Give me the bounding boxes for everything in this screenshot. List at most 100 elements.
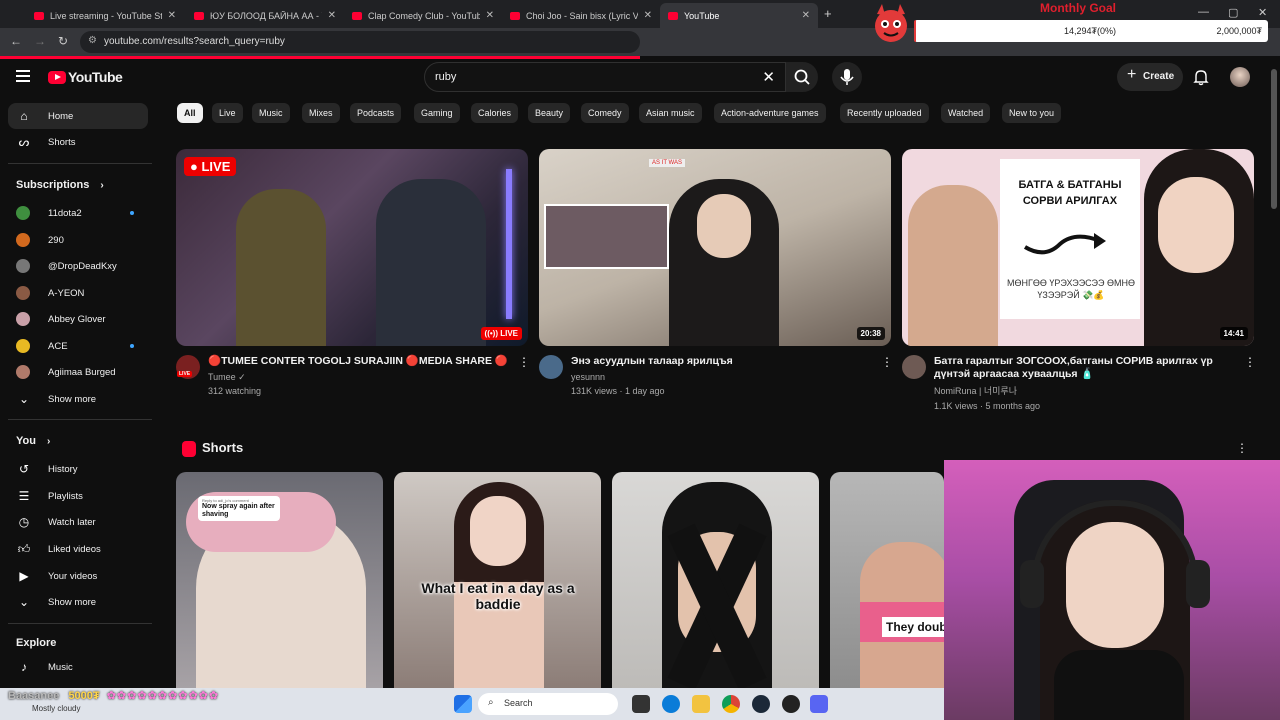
chevron-right-icon: › <box>47 436 51 447</box>
shorts-more-icon[interactable]: ⋮ <box>1236 441 1248 455</box>
chip-comedy[interactable]: Comedy <box>581 103 629 123</box>
tab-live-streaming[interactable]: Live streaming - YouTube Studio ✕ <box>26 3 184 28</box>
sidebar-show-more[interactable]: ⌄ Show more <box>8 589 148 615</box>
channel-avatar[interactable] <box>902 355 926 379</box>
sidebar-item-history[interactable]: ↺ History <box>8 456 148 482</box>
new-tab-button[interactable]: + <box>824 6 832 21</box>
notifications-bell-icon[interactable] <box>1192 68 1210 86</box>
site-info-icon[interactable]: ⚙ <box>88 35 97 46</box>
video-title[interactable]: Батга гаралтыг ЗОГСООХ,батганы СОРИВ ари… <box>934 355 1240 381</box>
chip-music[interactable]: Music <box>252 103 290 123</box>
close-tab-icon[interactable]: ✕ <box>644 10 652 21</box>
sidebar-divider <box>8 419 152 420</box>
search-box[interactable]: ruby ✕ <box>424 62 786 92</box>
chip-calories[interactable]: Calories <box>471 103 519 123</box>
sidebar-item-music[interactable]: ♪ Music <box>8 654 148 680</box>
page-scrollbar[interactable] <box>1268 59 1280 459</box>
account-avatar[interactable] <box>1230 67 1250 87</box>
youtube-favicon-icon <box>352 11 362 20</box>
close-tab-icon[interactable]: ✕ <box>328 10 336 21</box>
windows-start-icon[interactable] <box>454 695 472 713</box>
chrome-icon[interactable] <box>722 695 740 713</box>
chip-beauty[interactable]: Beauty <box>528 103 571 123</box>
back-icon[interactable]: ← <box>10 34 22 48</box>
short-card[interactable]: Reply to adi_jo's comment Now spray agai… <box>176 472 383 688</box>
channel-avatar[interactable]: LIVE <box>176 355 200 379</box>
chip-action-adventure-games[interactable]: Action-adventure games <box>714 103 826 123</box>
chip-gaming[interactable]: Gaming <box>414 103 460 123</box>
sidebar-item-shorts[interactable]: ᔕ Shorts <box>8 129 148 155</box>
reload-icon[interactable]: ↻ <box>58 34 68 48</box>
close-tab-icon[interactable]: ✕ <box>168 10 176 21</box>
sidebar-item-subscription[interactable]: @DropDeadKxy <box>8 253 148 279</box>
video-title[interactable]: 🔴TUMEE CONTER TOGOLJ SURAJIIN 🔴MEDIA SHA… <box>208 355 508 368</box>
search-input[interactable]: ruby <box>435 71 456 83</box>
clear-search-icon[interactable]: ✕ <box>762 68 775 86</box>
video-thumbnail[interactable]: БАТГА & БАТГАНЫ СОРВИ АРИЛГАХ МӨНГӨӨ ҮРЭ… <box>902 149 1254 346</box>
sidebar-item-subscription[interactable]: 11dota2 <box>8 200 148 226</box>
tab-title: ЮУ БОЛООД БАЙНА АА - YouTube <box>210 10 322 21</box>
more-actions-icon[interactable]: ⋮ <box>881 355 893 369</box>
sidebar-item-your-videos[interactable]: ▶ Your videos <box>8 563 148 589</box>
sidebar-item-playlists[interactable]: ☰ Playlists <box>8 483 148 509</box>
sidebar-item-label: Show more <box>48 596 97 608</box>
scrollbar-thumb[interactable] <box>1271 69 1277 209</box>
more-actions-icon[interactable]: ⋮ <box>518 355 530 369</box>
you-heading[interactable]: You › <box>16 435 50 447</box>
close-tab-icon[interactable]: ✕ <box>802 10 810 21</box>
edge-browser-icon[interactable] <box>662 695 680 713</box>
sidebar-item-subscription[interactable]: ACE <box>8 333 148 359</box>
sidebar-item-subscription[interactable]: Abbey Glover <box>8 306 148 332</box>
chip-all[interactable]: All <box>177 103 203 123</box>
youtube-logo[interactable]: YouTube <box>48 69 123 85</box>
forward-icon[interactable]: → <box>34 34 46 48</box>
voice-search-button[interactable] <box>832 62 862 92</box>
video-thumbnail[interactable]: ● LIVE ((•)) LIVE <box>176 149 528 346</box>
file-explorer-icon[interactable] <box>692 695 710 713</box>
tab-clap-comedy[interactable]: Clap Comedy Club - YouTube ✕ <box>344 3 502 28</box>
tab-yuu-bolood[interactable]: ЮУ БОЛООД БАЙНА АА - YouTube ✕ <box>186 3 344 28</box>
obs-icon[interactable] <box>782 695 800 713</box>
more-actions-icon[interactable]: ⋮ <box>1244 355 1256 369</box>
short-card[interactable]: They doubt <box>830 472 944 688</box>
avatar-live-badge: LIVE <box>177 371 193 377</box>
subscriptions-heading[interactable]: Subscriptions › <box>16 179 104 191</box>
video-title[interactable]: Энэ асуудлын талаар ярилцъя <box>571 355 871 368</box>
steam-icon[interactable] <box>752 695 770 713</box>
channel-name[interactable]: Tumee ✓ <box>208 370 246 385</box>
weather-status[interactable]: Mostly cloudy <box>32 704 80 713</box>
chip-recently-uploaded[interactable]: Recently uploaded <box>840 103 929 123</box>
chip-live[interactable]: Live <box>212 103 243 123</box>
channel-avatar[interactable] <box>539 355 563 379</box>
hamburger-menu-icon[interactable] <box>16 70 30 82</box>
create-button[interactable]: + Create <box>1117 63 1183 91</box>
short-card[interactable] <box>612 472 819 688</box>
chip-watched[interactable]: Watched <box>941 103 991 123</box>
goal-progress-fill <box>914 20 917 42</box>
tab-youtube-active[interactable]: YouTube ✕ <box>660 3 818 28</box>
video-thumbnail[interactable]: AS IT WAS 20:38 <box>539 149 891 346</box>
sidebar-item-subscription[interactable]: Agiimaa Burged <box>8 359 148 385</box>
channel-name[interactable]: NomiRuna | 너미루나 <box>934 384 1017 399</box>
sidebar-item-subscription[interactable]: 290 <box>8 227 148 253</box>
url-field[interactable]: ⚙ youtube.com/results?search_query=ruby <box>80 31 640 53</box>
chip-mixes[interactable]: Mixes <box>302 103 340 123</box>
new-content-dot <box>130 211 134 215</box>
task-view-icon[interactable] <box>632 695 650 713</box>
channel-name[interactable]: yesunnn <box>571 370 605 385</box>
chip-new-to-you[interactable]: New to you <box>1002 103 1062 123</box>
sidebar-item-watch-later[interactable]: ◷ Watch later <box>8 509 148 535</box>
chip-asian-music[interactable]: Asian music <box>639 103 702 123</box>
sidebar-item-subscription[interactable]: A-YEON <box>8 280 148 306</box>
chip-podcasts[interactable]: Podcasts <box>350 103 402 123</box>
sidebar-item-home[interactable]: ⌂ Home <box>8 103 148 129</box>
sidebar-show-more[interactable]: ⌄ Show more <box>8 386 148 412</box>
taskbar-search[interactable]: ⌕ Search <box>478 693 618 715</box>
close-tab-icon[interactable]: ✕ <box>486 10 494 21</box>
sidebar-item-liked-videos[interactable]: 👍︎ Liked videos <box>8 536 148 562</box>
search-button[interactable] <box>786 62 818 92</box>
tab-choi-joo[interactable]: Choi Joo - Sain bisx (Lyric Video) ✕ <box>502 3 660 28</box>
short-card[interactable]: What I eat in a day as a baddie <box>394 472 601 688</box>
discord-icon[interactable] <box>810 695 828 713</box>
search-icon: ⌕ <box>488 697 494 708</box>
